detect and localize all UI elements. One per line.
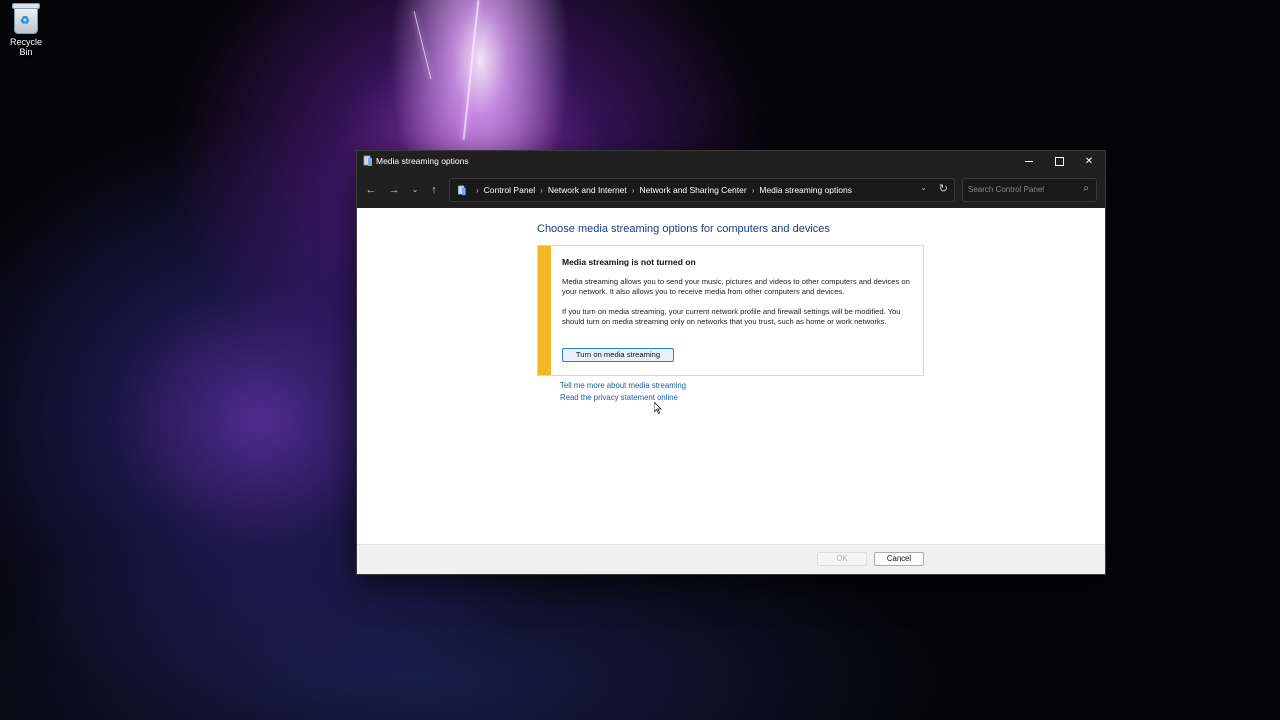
navigation-toolbar: ← → ⌄ ↑ › Control Panel › Network and In… <box>357 171 1105 208</box>
control-panel-icon <box>363 155 372 166</box>
page-heading: Choose media streaming options for compu… <box>537 223 830 235</box>
desktop-icon-recycle-bin[interactable]: ♻ Recycle Bin <box>4 3 48 57</box>
control-panel-icon <box>457 185 466 195</box>
maximize-icon <box>1054 156 1064 166</box>
breadcrumb-network-and-internet[interactable]: Network and Internet <box>548 185 627 195</box>
back-arrow-icon: ← <box>365 183 377 196</box>
breadcrumb-separator: › <box>751 185 755 195</box>
title-bar[interactable]: Media streaming options ✕ <box>357 151 1105 171</box>
back-button[interactable]: ← <box>361 171 381 208</box>
breadcrumb-separator: › <box>540 185 543 195</box>
breadcrumb-media-streaming-options[interactable]: Media streaming options <box>759 185 852 195</box>
forward-arrow-icon: → <box>388 183 400 196</box>
help-links: Tell me more about media streaming Read … <box>560 380 686 404</box>
search-input[interactable] <box>968 185 1068 194</box>
address-dropdown-icon[interactable]: ⌄ <box>920 183 927 192</box>
close-button[interactable]: ✕ <box>1074 151 1104 171</box>
media-streaming-window: Media streaming options ✕ ← → ⌄ ↑ › Cont… <box>356 150 1106 575</box>
forward-button[interactable]: → <box>384 171 404 208</box>
search-box[interactable]: ⌕ <box>962 178 1097 202</box>
breadcrumb-network-and-sharing-center[interactable]: Network and Sharing Center <box>639 185 746 195</box>
up-arrow-icon: ↑ <box>431 183 437 196</box>
recent-locations-button[interactable]: ⌄ <box>405 171 425 208</box>
breadcrumb-separator: › <box>476 185 479 195</box>
turn-on-media-streaming-button[interactable]: Turn on media streaming <box>562 348 674 362</box>
breadcrumb-separator: › <box>631 185 635 195</box>
desktop-icon-label: Recycle Bin <box>9 37 42 57</box>
mouse-cursor-icon <box>654 402 662 414</box>
warning-stripe <box>538 246 551 375</box>
maximize-button[interactable] <box>1044 151 1074 171</box>
window-title: Media streaming options <box>376 156 469 166</box>
ok-button[interactable]: OK <box>817 552 867 566</box>
lightning-streak <box>413 10 432 80</box>
refresh-icon[interactable]: ↻ <box>939 182 948 195</box>
search-icon[interactable]: ⌕ <box>1083 183 1089 194</box>
streaming-status-panel: Media streaming is not turned on Media s… <box>537 245 924 376</box>
main-content: Choose media streaming options for compu… <box>357 208 1105 545</box>
panel-description: Media streaming allows you to send your … <box>562 277 910 296</box>
lightning-streak <box>462 0 480 140</box>
tell-me-more-link[interactable]: Tell me more about media streaming <box>560 380 686 392</box>
close-icon: ✕ <box>1084 155 1094 167</box>
up-button[interactable]: ↑ <box>424 171 444 208</box>
dialog-footer: OK Cancel <box>357 544 1105 574</box>
minimize-button[interactable] <box>1014 151 1044 171</box>
breadcrumb-control-panel[interactable]: Control Panel <box>484 185 536 195</box>
recycle-bin-icon: ♻ <box>12 3 40 34</box>
privacy-statement-link[interactable]: Read the privacy statement online <box>560 392 686 404</box>
cancel-button[interactable]: Cancel <box>874 552 924 566</box>
panel-title: Media streaming is not turned on <box>562 257 696 267</box>
chevron-down-icon: ⌄ <box>411 185 419 194</box>
panel-warning-text: If you turn on media streaming, your cur… <box>562 307 901 326</box>
address-bar[interactable]: › Control Panel › Network and Internet ›… <box>449 178 955 202</box>
minimize-icon <box>1025 160 1033 162</box>
